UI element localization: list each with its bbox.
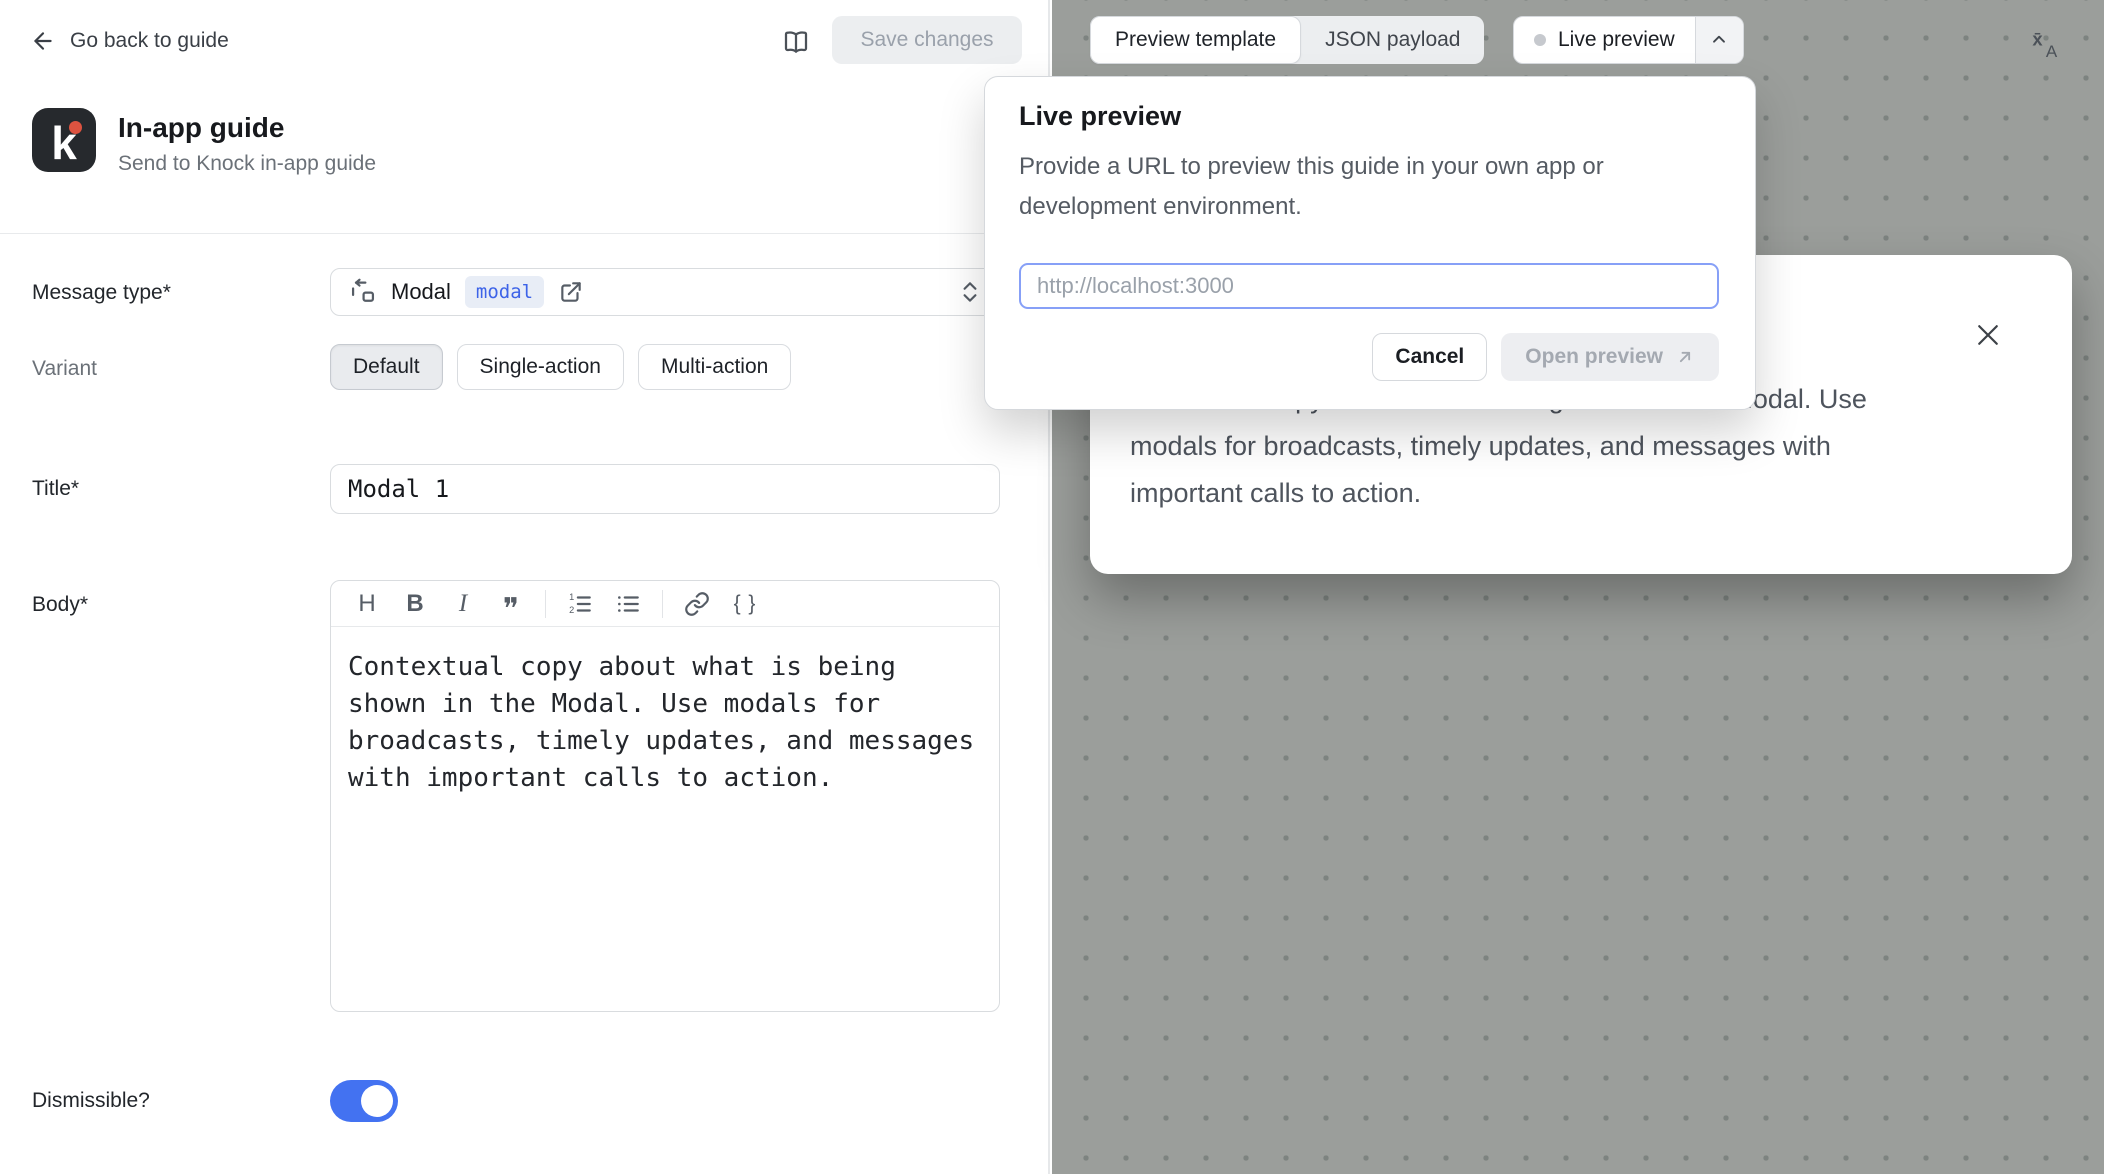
status-dot-icon: [1534, 34, 1546, 46]
page-title: In-app guide: [118, 112, 376, 144]
page-subtitle: Send to Knock in-app guide: [118, 152, 376, 176]
dismissible-label: Dismissible?: [32, 1089, 150, 1113]
message-type-value: Modal: [391, 279, 451, 305]
cancel-button[interactable]: Cancel: [1372, 333, 1487, 381]
knock-logo: k: [32, 108, 96, 172]
variant-label: Variant: [32, 357, 97, 381]
blockquote-icon[interactable]: ❞: [489, 585, 533, 623]
svg-text:2: 2: [569, 605, 574, 615]
toolbar-divider: [662, 590, 663, 618]
live-preview-popover: Live preview Provide a URL to preview th…: [984, 76, 1756, 410]
title-label: Title*: [32, 477, 79, 501]
section-divider: [0, 233, 1050, 234]
dismissible-toggle[interactable]: [330, 1080, 398, 1122]
variable-braces-icon[interactable]: { }: [723, 585, 767, 623]
modal-type-icon: [349, 278, 377, 306]
preview-mode-tabs: Preview template JSON payload: [1090, 16, 1484, 64]
message-type-select[interactable]: Modal modal: [330, 268, 1000, 316]
editor-panel: Go back to guide Save changes k In-app g…: [0, 0, 1050, 1174]
live-preview-button[interactable]: Live preview: [1513, 16, 1744, 64]
docs-book-icon[interactable]: [776, 22, 816, 62]
message-type-label: Message type*: [32, 281, 171, 305]
arrow-left-icon: [30, 28, 56, 54]
arrow-up-right-icon: [1675, 347, 1695, 367]
live-preview-label: Live preview: [1558, 28, 1675, 52]
heading-icon[interactable]: H: [345, 585, 389, 623]
back-to-guide-link[interactable]: Go back to guide: [30, 28, 229, 54]
preview-url-input[interactable]: [1019, 263, 1719, 309]
editor-toolbar: H B I ❞ 12 { }: [331, 581, 999, 627]
italic-icon[interactable]: I: [441, 585, 485, 623]
svg-text:1: 1: [569, 592, 574, 602]
external-link-icon[interactable]: [558, 279, 584, 305]
popover-title: Live preview: [1019, 101, 1181, 132]
popover-actions: Cancel Open preview: [1372, 333, 1719, 381]
open-preview-label: Open preview: [1525, 345, 1663, 369]
svg-text:A: A: [2046, 42, 2058, 61]
variant-option-default[interactable]: Default: [330, 344, 443, 390]
bullet-list-icon[interactable]: [606, 585, 650, 623]
svg-text:x̄: x̄: [2032, 28, 2043, 49]
guide-header: k In-app guide Send to Knock in-app guid…: [32, 108, 376, 176]
variant-option-multi-action[interactable]: Multi-action: [638, 344, 791, 390]
tab-preview-template[interactable]: Preview template: [1090, 16, 1301, 64]
variant-options: Default Single-action Multi-action: [330, 344, 791, 390]
close-icon[interactable]: [1970, 317, 2006, 353]
message-type-badge: modal: [465, 276, 544, 308]
body-editor-content[interactable]: Contextual copy about what is being show…: [331, 627, 999, 819]
variant-option-single-action[interactable]: Single-action: [457, 344, 624, 390]
back-label: Go back to guide: [70, 29, 229, 53]
app-window: Go back to guide Save changes k In-app g…: [0, 0, 2104, 1174]
body-editor: H B I ❞ 12 { } Contextual copy about wha…: [330, 580, 1000, 1012]
bold-icon[interactable]: B: [393, 585, 437, 623]
link-icon[interactable]: [675, 585, 719, 623]
toolbar-divider: [545, 590, 546, 618]
chevron-up-down-icon: [959, 279, 981, 305]
toggle-knob: [361, 1085, 393, 1117]
ordered-list-icon[interactable]: 12: [558, 585, 602, 623]
open-preview-button[interactable]: Open preview: [1501, 333, 1719, 381]
body-label: Body*: [32, 593, 88, 617]
knock-logo-dot: [69, 121, 82, 134]
translate-icon[interactable]: x̄A: [2022, 22, 2074, 66]
tab-json-payload[interactable]: JSON payload: [1301, 16, 1484, 64]
title-input[interactable]: [330, 464, 1000, 514]
save-changes-button[interactable]: Save changes: [832, 16, 1022, 64]
chevron-up-icon[interactable]: [1695, 17, 1743, 63]
popover-description: Provide a URL to preview this guide in y…: [1019, 147, 1709, 227]
